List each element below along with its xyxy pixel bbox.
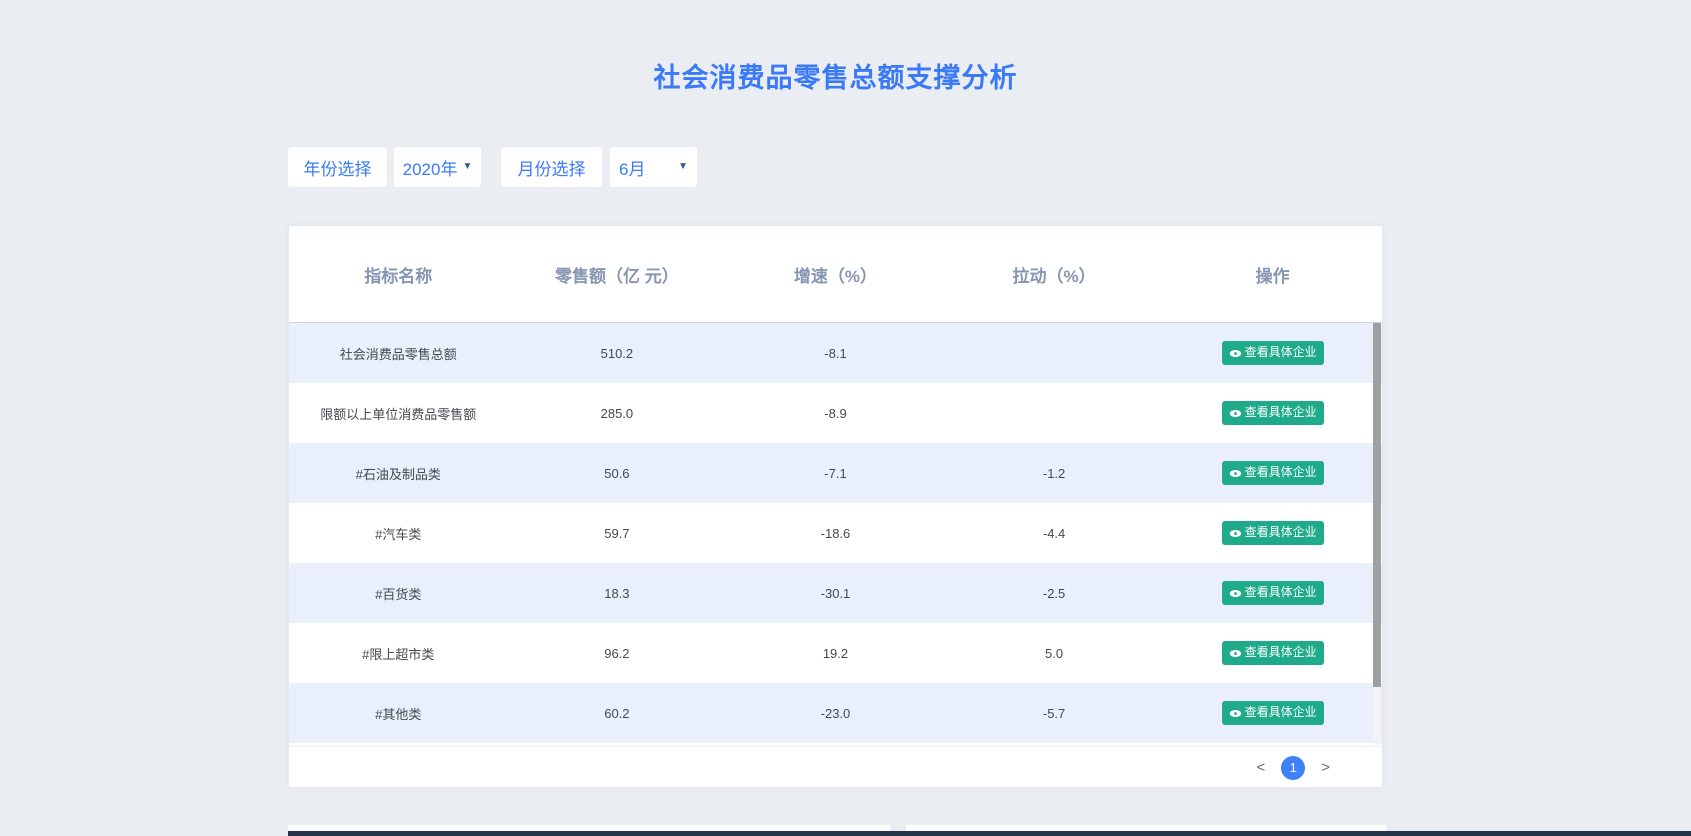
view-company-button-label: 查看具体企业 <box>1245 465 1317 481</box>
bottom-dark-panel-edge <box>288 831 1691 836</box>
view-company-button-label: 查看具体企业 <box>1245 585 1317 601</box>
table-row: #汽车类 59.7 -18.6 -4.4 查看具体企业 <box>289 503 1382 563</box>
cell-pull: -1.2 <box>945 466 1164 481</box>
cell-growth: -23.0 <box>726 706 945 721</box>
cell-growth: 19.2 <box>726 646 945 661</box>
column-header-retail: 零售额（亿 元） <box>508 262 727 287</box>
table-body: 社会消费品零售总额 510.2 -8.1 查看具体企业 限额以上单位消费品零售额… <box>289 323 1382 746</box>
cell-retail: 60.2 <box>508 706 727 721</box>
view-company-button[interactable]: 查看具体企业 <box>1222 641 1324 665</box>
cell-indicator-name: #其他类 <box>289 704 508 723</box>
cell-indicator-name: #石油及制品类 <box>289 464 508 483</box>
cell-pull: -2.5 <box>945 586 1164 601</box>
cell-growth: -30.1 <box>726 586 945 601</box>
cell-growth: -8.9 <box>726 406 945 421</box>
table-row: 限额以上单位消费品零售额 285.0 -8.9 查看具体企业 <box>289 383 1382 443</box>
month-filter-label: 月份选择 <box>501 147 602 187</box>
eye-icon <box>1229 467 1242 480</box>
column-header-pull: 拉动（%） <box>945 262 1164 287</box>
cell-retail: 96.2 <box>508 646 727 661</box>
view-company-button[interactable]: 查看具体企业 <box>1222 401 1324 425</box>
table-row: #其他类 60.2 -23.0 -5.7 查看具体企业 <box>289 683 1382 743</box>
cell-retail: 50.6 <box>508 466 727 481</box>
column-header-growth: 增速（%） <box>726 262 945 287</box>
cell-growth: -7.1 <box>726 466 945 481</box>
eye-icon <box>1229 407 1242 420</box>
cell-pull: 5.0 <box>945 646 1164 661</box>
pagination-next-button[interactable]: > <box>1321 760 1330 775</box>
month-select-dropdown[interactable]: 6月 ▼ <box>610 147 697 187</box>
cell-indicator-name: #汽车类 <box>289 524 508 543</box>
eye-icon <box>1229 587 1242 600</box>
cell-retail: 18.3 <box>508 586 727 601</box>
table-row: #石油及制品类 50.6 -7.1 -1.2 查看具体企业 <box>289 443 1382 503</box>
year-filter-label: 年份选择 <box>288 147 387 187</box>
table-row: #百货类 18.3 -30.1 -2.5 查看具体企业 <box>289 563 1382 623</box>
view-company-button[interactable]: 查看具体企业 <box>1222 461 1324 485</box>
table-scrollbar-track[interactable] <box>1373 323 1381 745</box>
column-header-indicator: 指标名称 <box>289 262 508 287</box>
dashboard-page: 社会消费品零售总额支撑分析 年份选择 2020年 ▼ 月份选择 6月 ▼ 指标名… <box>0 0 1691 836</box>
eye-icon <box>1229 647 1242 660</box>
view-company-button-label: 查看具体企业 <box>1245 645 1317 661</box>
view-company-button[interactable]: 查看具体企业 <box>1222 581 1324 605</box>
year-filter-label-text: 年份选择 <box>304 155 372 180</box>
month-filter-label-text: 月份选择 <box>518 155 586 180</box>
year-select-dropdown[interactable]: 2020年 ▼ <box>394 147 481 187</box>
view-company-button-label: 查看具体企业 <box>1245 345 1317 361</box>
cell-retail: 285.0 <box>508 406 727 421</box>
cell-pull: -4.4 <box>945 526 1164 541</box>
table-header-row: 指标名称 零售额（亿 元） 增速（%） 拉动（%） 操作 <box>289 226 1382 323</box>
cell-retail: 510.2 <box>508 346 727 361</box>
chevron-down-icon: ▼ <box>678 162 688 172</box>
eye-icon <box>1229 347 1242 360</box>
view-company-button[interactable]: 查看具体企业 <box>1222 341 1324 365</box>
view-company-button-label: 查看具体企业 <box>1245 525 1317 541</box>
table-row: 社会消费品零售总额 510.2 -8.1 查看具体企业 <box>289 323 1382 383</box>
table-footer: < 1 > <box>289 746 1382 788</box>
cell-retail: 59.7 <box>508 526 727 541</box>
column-header-action: 操作 <box>1163 262 1382 287</box>
month-select-value: 6月 <box>619 155 645 180</box>
table-row: #限上超市类 96.2 19.2 5.0 查看具体企业 <box>289 623 1382 683</box>
cell-indicator-name: #限上超市类 <box>289 644 508 663</box>
analysis-table-card: 指标名称 零售额（亿 元） 增速（%） 拉动（%） 操作 社会消费品零售总额 5… <box>288 225 1383 788</box>
cell-indicator-name: 限额以上单位消费品零售额 <box>289 404 508 423</box>
view-company-button-label: 查看具体企业 <box>1245 705 1317 721</box>
view-company-button-label: 查看具体企业 <box>1245 405 1317 421</box>
view-company-button[interactable]: 查看具体企业 <box>1222 701 1324 725</box>
cell-pull: -5.7 <box>945 706 1164 721</box>
view-company-button[interactable]: 查看具体企业 <box>1222 521 1324 545</box>
chevron-down-icon: ▼ <box>462 162 472 172</box>
eye-icon <box>1229 707 1242 720</box>
year-select-value: 2020年 <box>403 155 458 180</box>
table-scrollbar-thumb[interactable] <box>1373 323 1381 687</box>
cell-growth: -18.6 <box>726 526 945 541</box>
cell-growth: -8.1 <box>726 346 945 361</box>
eye-icon <box>1229 527 1242 540</box>
pagination-prev-button[interactable]: < <box>1256 760 1265 775</box>
cell-indicator-name: 社会消费品零售总额 <box>289 344 508 363</box>
pagination-page-1[interactable]: 1 <box>1281 756 1305 780</box>
cell-indicator-name: #百货类 <box>289 584 508 603</box>
page-title: 社会消费品零售总额支撑分析 <box>288 56 1383 95</box>
